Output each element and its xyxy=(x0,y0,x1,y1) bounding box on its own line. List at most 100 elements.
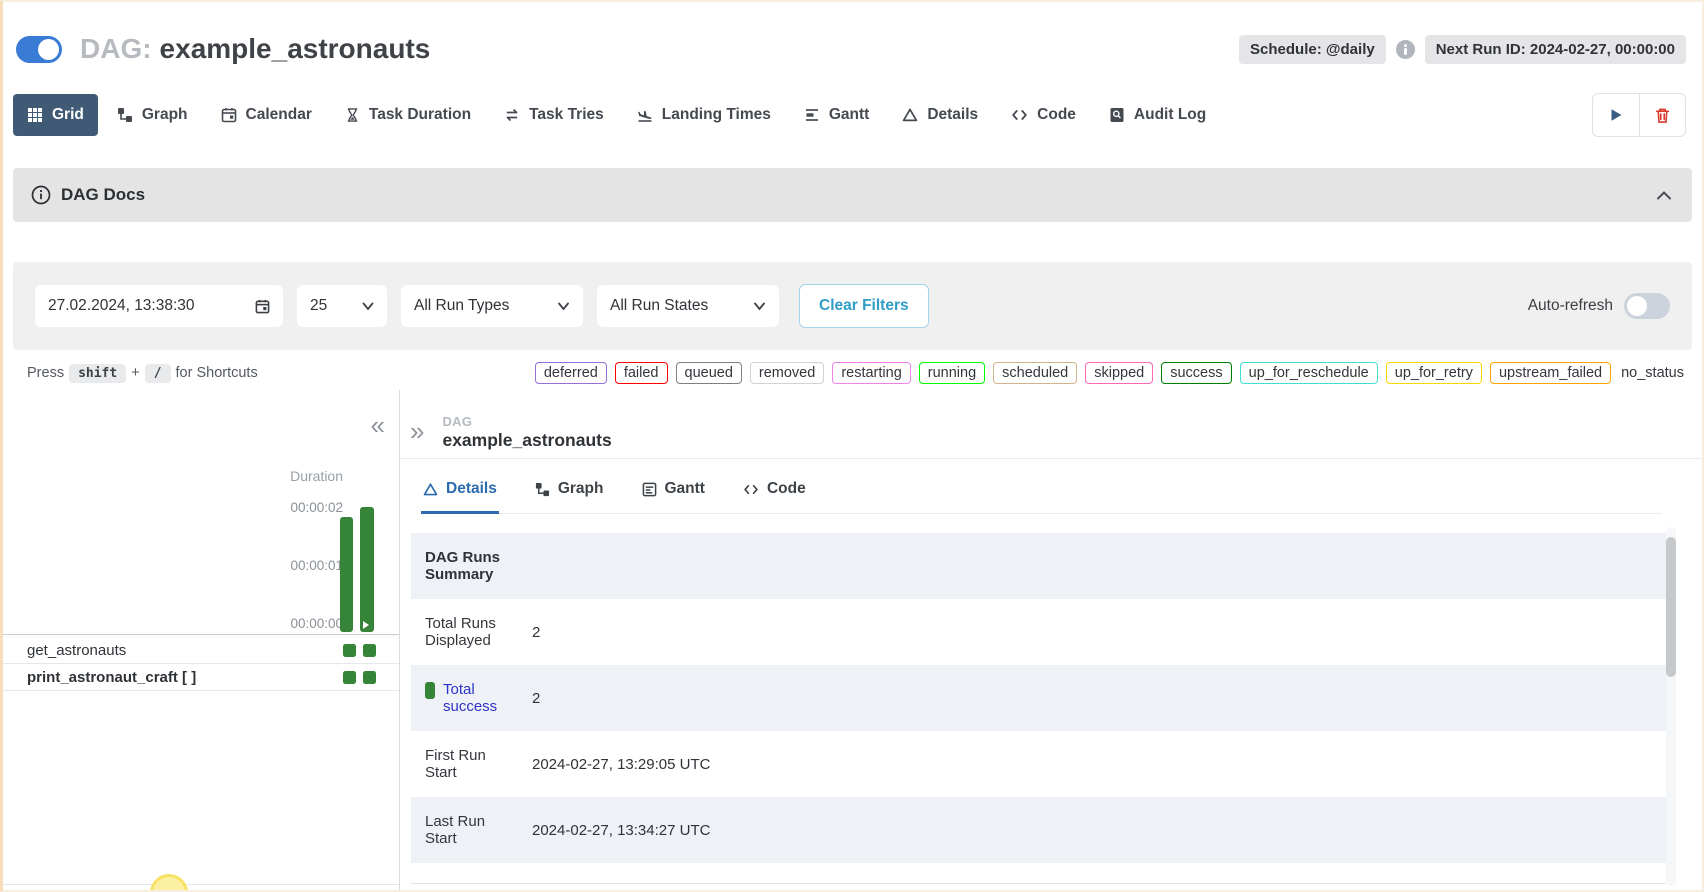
slash-key: / xyxy=(145,364,171,383)
nav-tab-graph[interactable]: Graph xyxy=(103,94,202,136)
date-filter-input[interactable]: 27.02.2024, 13:38:30 xyxy=(35,285,283,327)
dag-run-bar[interactable] xyxy=(340,517,353,632)
dag-pause-toggle[interactable] xyxy=(16,36,62,63)
dag-run-bar-latest[interactable] xyxy=(360,507,374,632)
header-divider xyxy=(400,458,1702,459)
row-label: DAG Runs Summary xyxy=(425,549,518,584)
total-success-link[interactable]: Total success xyxy=(443,681,518,716)
nav-tab-label: Details xyxy=(927,106,978,124)
grid-panel: « Duration 00:00:02 00:00:01 00:00:00 ge… xyxy=(3,390,400,890)
duration-axis-label: Duration xyxy=(290,468,343,484)
task-instance-square[interactable] xyxy=(363,644,376,657)
nav-tab-task-duration[interactable]: Task Duration xyxy=(331,94,485,136)
auto-refresh-toggle[interactable] xyxy=(1624,293,1670,319)
calendar-picker-icon[interactable] xyxy=(255,299,270,314)
nav-tab-grid[interactable]: Grid xyxy=(13,94,98,136)
shift-key: shift xyxy=(69,364,126,383)
hourglass-icon xyxy=(345,107,360,123)
graph-icon xyxy=(535,482,550,497)
header-badges: Schedule: @daily Next Run ID: 2024-02-27… xyxy=(1239,35,1686,64)
collapse-panel-icon[interactable]: « xyxy=(371,412,385,438)
details-panel: » DAG example_astronauts Details Graph xyxy=(400,390,1702,890)
shortcut-text: for Shortcuts xyxy=(176,365,258,381)
task-instance-square[interactable] xyxy=(343,671,356,684)
tab-details[interactable]: Details xyxy=(421,470,499,514)
chevron-down-icon xyxy=(753,302,766,311)
shortcut-hint: Press shift + / for Shortcuts xyxy=(27,364,258,383)
table-row: Total success 2 xyxy=(411,665,1666,731)
task-row-get-astronauts[interactable]: get_astronauts xyxy=(3,637,399,664)
tab-label: Code xyxy=(767,480,806,498)
nav-tab-label: Task Duration xyxy=(369,106,471,124)
plane-landing-icon xyxy=(637,107,653,123)
shortcut-plus: + xyxy=(131,365,139,381)
legend-bar: Press shift + / for Shortcuts deferred f… xyxy=(3,350,1702,390)
page-size-value: 25 xyxy=(310,297,327,315)
repeat-icon xyxy=(504,107,520,123)
schedule-info-icon[interactable] xyxy=(1396,40,1415,59)
details-header: » DAG example_astronauts xyxy=(410,414,1702,451)
legend-upstream-failed: upstream_failed xyxy=(1490,362,1611,384)
task-instance-square[interactable] xyxy=(363,671,376,684)
row-value: 2 xyxy=(518,624,540,641)
run-states-value: All Run States xyxy=(610,297,708,315)
tab-label: Graph xyxy=(558,480,604,498)
nav-tab-gantt[interactable]: Gantt xyxy=(790,94,883,136)
nav-tab-details[interactable]: Details xyxy=(888,94,992,136)
delete-dag-button[interactable] xyxy=(1639,94,1685,136)
scrollbar-thumb[interactable] xyxy=(1666,537,1676,677)
code-icon xyxy=(1011,107,1028,123)
nav-tab-label: Gantt xyxy=(829,106,869,124)
nav-tab-audit-log[interactable]: Audit Log xyxy=(1095,94,1220,136)
tab-gantt[interactable]: Gantt xyxy=(640,470,707,514)
chevron-down-icon xyxy=(362,302,374,311)
table-row: First Run Start 2024-02-27, 13:29:05 UTC xyxy=(411,731,1666,797)
manual-run-icon xyxy=(363,621,369,629)
next-run-badge: Next Run ID: 2024-02-27, 00:00:00 xyxy=(1425,35,1686,64)
chevron-up-icon[interactable] xyxy=(1656,190,1672,201)
y-axis-tick: 00:00:02 xyxy=(273,500,343,515)
date-value: 27.02.2024, 13:38:30 xyxy=(48,297,195,315)
legend-up-for-retry: up_for_retry xyxy=(1386,362,1482,384)
nav-tab-label: Landing Times xyxy=(662,106,771,124)
triangle-icon xyxy=(423,482,438,497)
nav-tab-calendar[interactable]: Calendar xyxy=(207,94,326,136)
nav-tab-label: Code xyxy=(1037,106,1076,124)
legend-up-for-reschedule: up_for_reschedule xyxy=(1240,362,1378,384)
dag-actions xyxy=(1592,93,1686,137)
clear-filters-button[interactable]: Clear Filters xyxy=(799,284,929,328)
nav-tab-landing-times[interactable]: Landing Times xyxy=(623,94,785,136)
schedule-badge: Schedule: @daily xyxy=(1239,35,1386,64)
selected-dag-title: example_astronauts xyxy=(442,430,611,451)
nav-tab-label: Audit Log xyxy=(1134,106,1206,124)
task-row-print-astronaut-craft[interactable]: print_astronaut_craft [ ] xyxy=(3,664,399,691)
row-label: Total Runs Displayed xyxy=(425,615,518,650)
nav-tab-task-tries[interactable]: Task Tries xyxy=(490,94,618,136)
dag-docs-bar[interactable]: DAG Docs xyxy=(13,168,1692,222)
dag-runs-summary-table: DAG Runs Summary Total Runs Displayed 2 … xyxy=(411,533,1666,863)
page-size-select[interactable]: 25 xyxy=(297,285,387,327)
task-name: print_astronaut_craft [ ] xyxy=(27,669,196,686)
shortcut-text: Press xyxy=(27,365,64,381)
graph-icon xyxy=(117,107,133,123)
breadcrumb: DAG xyxy=(442,414,611,429)
nav-tab-code[interactable]: Code xyxy=(997,94,1090,136)
code-icon xyxy=(743,482,759,497)
run-states-select[interactable]: All Run States xyxy=(597,285,779,327)
task-instance-square[interactable] xyxy=(343,644,356,657)
run-types-select[interactable]: All Run Types xyxy=(401,285,583,327)
tab-label: Gantt xyxy=(665,480,705,498)
y-axis-tick: 00:00:00 xyxy=(273,616,343,631)
expand-panel-icon[interactable]: » xyxy=(410,418,424,444)
tab-code[interactable]: Code xyxy=(741,470,808,514)
legend-success: success xyxy=(1161,362,1231,384)
trash-icon xyxy=(1654,107,1671,124)
trigger-dag-button[interactable] xyxy=(1593,94,1639,136)
tab-graph[interactable]: Graph xyxy=(533,470,606,514)
details-scrollbar xyxy=(1666,527,1676,886)
legend-deferred: deferred xyxy=(535,362,607,384)
nav-tab-label: Graph xyxy=(142,106,188,124)
audit-log-icon xyxy=(1109,107,1125,123)
table-row: Total Runs Displayed 2 xyxy=(411,599,1666,665)
nav-tab-label: Task Tries xyxy=(529,106,604,124)
